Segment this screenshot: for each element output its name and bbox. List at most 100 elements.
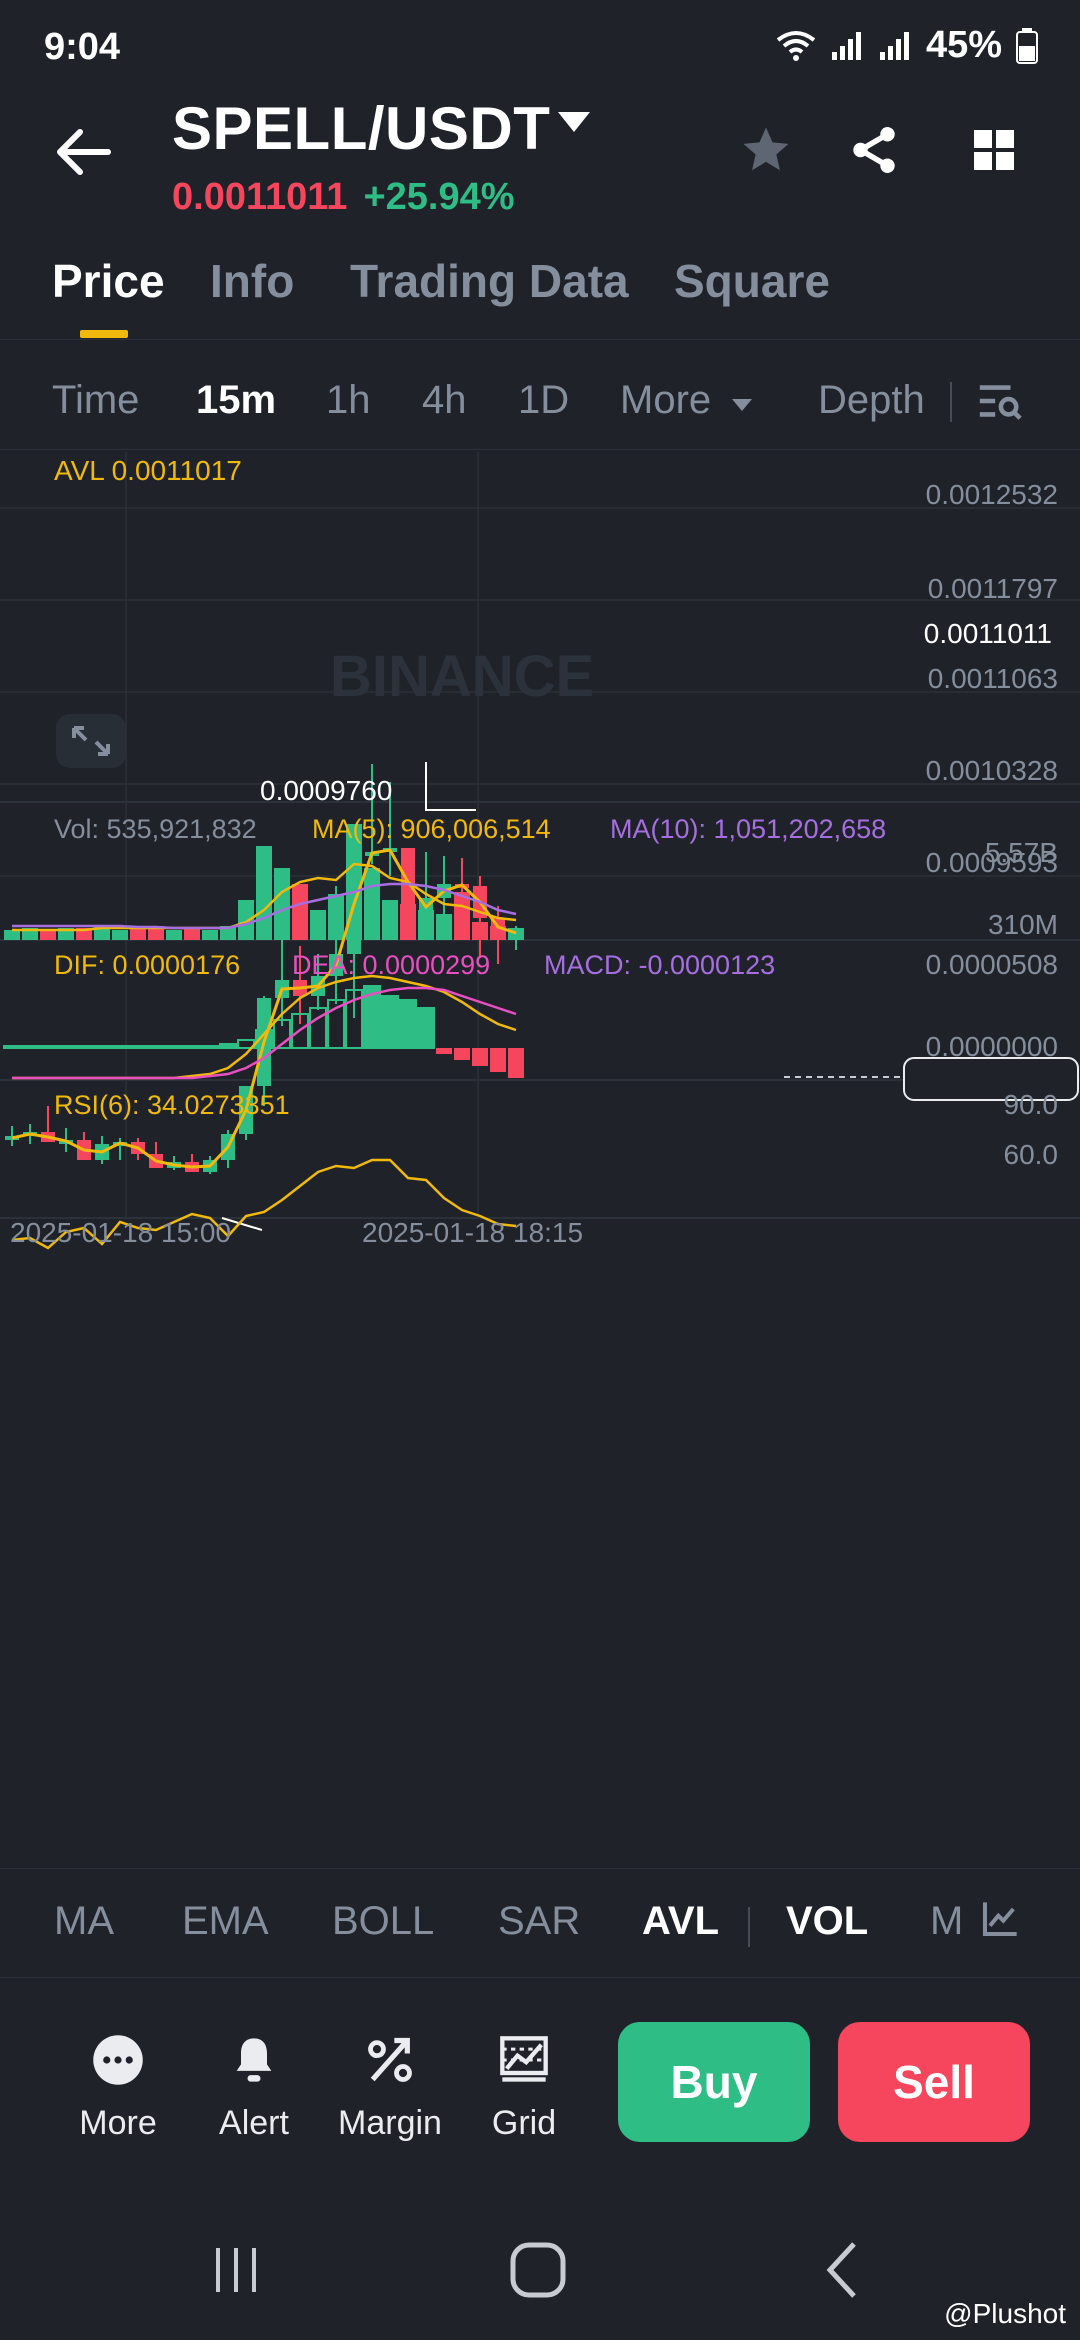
- price-axis-label: 0.0010328: [926, 755, 1058, 786]
- interval-1h[interactable]: 1h: [326, 378, 371, 423]
- last-price: 0.0011011: [172, 176, 348, 218]
- more-label: More: [79, 2104, 157, 2142]
- macd-bar: [201, 1045, 219, 1049]
- interval-more[interactable]: More: [620, 378, 754, 423]
- back-chevron-icon: [826, 2242, 856, 2298]
- volume-bar: [202, 930, 218, 940]
- macd-value-label: MACD: -0.0000123: [544, 950, 775, 980]
- volume-bar: [472, 922, 488, 940]
- sell-button[interactable]: Sell: [838, 2022, 1030, 2142]
- signal-icon-2: [879, 31, 909, 60]
- action-bar: More Alert Margin Grid Buy Sell: [0, 1980, 1080, 2180]
- macd-bar: [399, 999, 417, 1049]
- macd-bar: [490, 1048, 506, 1072]
- interval-15m[interactable]: 15m: [196, 378, 276, 423]
- tab-price[interactable]: Price: [52, 254, 165, 308]
- recent-apps-icon: [216, 2248, 256, 2292]
- watermark: @Plushot: [944, 2298, 1066, 2329]
- interval-bar: Time 15m 1h 4h 1D More Depth: [0, 342, 1080, 450]
- rsi-axis-mid: 60.0: [1004, 1139, 1059, 1170]
- pair-title[interactable]: SPELL/USDT: [172, 94, 550, 163]
- recent-apps-button[interactable]: [196, 2230, 276, 2310]
- system-nav-bar: @Plushot: [0, 2200, 1080, 2340]
- volume-bar: [328, 894, 344, 940]
- last-price-tag-label: 0.0011011: [924, 618, 1052, 649]
- macd-bar: [219, 1043, 237, 1049]
- margin-button[interactable]: Margin: [330, 2030, 450, 2143]
- volume-bar: [4, 930, 20, 940]
- bell-icon: [236, 2038, 272, 2082]
- time-label: 2025-01-18 15:00: [10, 1217, 231, 1248]
- volume-bar: [310, 910, 326, 940]
- indicator-ma[interactable]: MA: [54, 1899, 114, 1944]
- indicator-vol[interactable]: VOL: [786, 1899, 868, 1944]
- chevron-down-icon: [732, 399, 753, 411]
- indicator-settings-button[interactable]: [980, 1899, 1020, 1944]
- price-axis-label: 0.0011063: [928, 663, 1058, 694]
- indicator-boll[interactable]: BOLL: [332, 1899, 434, 1944]
- macd-axis-zero: 0.0000000: [926, 1031, 1058, 1062]
- percent-icon: [368, 2037, 412, 2082]
- settings-sliders-icon: [979, 385, 1022, 420]
- volume-bar: [166, 930, 182, 940]
- indicator-divider: [748, 1907, 750, 1947]
- tab-info[interactable]: Info: [210, 254, 294, 308]
- star-icon: [743, 127, 789, 171]
- macd-bar: [57, 1045, 75, 1049]
- section-tabs: Price Info Trading Data Square: [0, 240, 1080, 340]
- interval-time[interactable]: Time: [52, 378, 139, 423]
- rsi-label: RSI(6): 34.0273351: [54, 1090, 290, 1120]
- tab-indicator: [80, 330, 128, 338]
- layout-button[interactable]: [964, 120, 1024, 180]
- macd-axis-top: 0.0000508: [926, 949, 1058, 980]
- volume-bar: [382, 900, 398, 940]
- macd-bar: [93, 1045, 111, 1049]
- chart-canvas[interactable]: BINANCE 0.00132670.00125320.00117970.001…: [0, 452, 1080, 1862]
- indicator-avl[interactable]: AVL: [642, 1899, 719, 1944]
- favorite-button[interactable]: [736, 120, 796, 180]
- more-button[interactable]: More: [58, 2030, 178, 2143]
- margin-label: Margin: [338, 2104, 442, 2142]
- vol-axis-bottom: 310M: [988, 909, 1058, 940]
- back-button[interactable]: [52, 120, 116, 184]
- macd-bar: [381, 995, 399, 1049]
- tab-square[interactable]: Square: [674, 254, 830, 308]
- more-dots-icon: [93, 2035, 143, 2085]
- grid-button[interactable]: Grid: [464, 2030, 584, 2143]
- tab-trading-data[interactable]: Trading Data: [350, 254, 629, 308]
- chart-edit-icon: [983, 1902, 1017, 1936]
- avl-label: AVL 0.0011017: [54, 455, 242, 486]
- grid-label: Grid: [491, 2104, 557, 2142]
- macd-bar: [75, 1045, 93, 1049]
- vol-label: Vol: 535,921,832: [54, 814, 257, 844]
- macd-dea-label: DEA: 0.0000299: [292, 950, 490, 980]
- indicator-sar[interactable]: SAR: [498, 1899, 580, 1944]
- expand-icon[interactable]: [56, 714, 126, 768]
- volume-bar: [436, 914, 452, 940]
- share-button[interactable]: [844, 120, 904, 180]
- volume-bar: [454, 892, 470, 940]
- grid-layout-icon: [974, 130, 1014, 170]
- home-button[interactable]: [498, 2230, 578, 2310]
- macd-bar: [454, 1048, 470, 1060]
- interval-4h[interactable]: 4h: [422, 378, 467, 423]
- chart-settings-button[interactable]: [976, 378, 1022, 429]
- macd-bar: [183, 1045, 201, 1049]
- kline-chart[interactable]: BINANCE 0.00132670.00125320.00117970.001…: [0, 452, 1080, 1862]
- buy-button[interactable]: Buy: [618, 2022, 810, 2142]
- binance-watermark: BINANCE: [330, 644, 594, 709]
- battery-percent: 45%: [925, 24, 1002, 66]
- depth-tab[interactable]: Depth: [818, 378, 925, 423]
- indicator-ema[interactable]: EMA: [182, 1899, 269, 1944]
- pair-dropdown-icon[interactable]: [556, 110, 592, 139]
- volume-bar: [418, 910, 434, 940]
- price-change: +25.94%: [363, 176, 515, 218]
- status-icons: 45%: [776, 24, 1038, 67]
- alert-label: Alert: [219, 2104, 289, 2142]
- indicator-macd[interactable]: M: [930, 1899, 963, 1944]
- time-label: 2025-01-18 18:15: [362, 1217, 583, 1248]
- interval-1d[interactable]: 1D: [518, 378, 569, 423]
- expand-icon-bg: [56, 714, 126, 768]
- back-nav-button[interactable]: [802, 2230, 882, 2310]
- alert-button[interactable]: Alert: [194, 2030, 314, 2143]
